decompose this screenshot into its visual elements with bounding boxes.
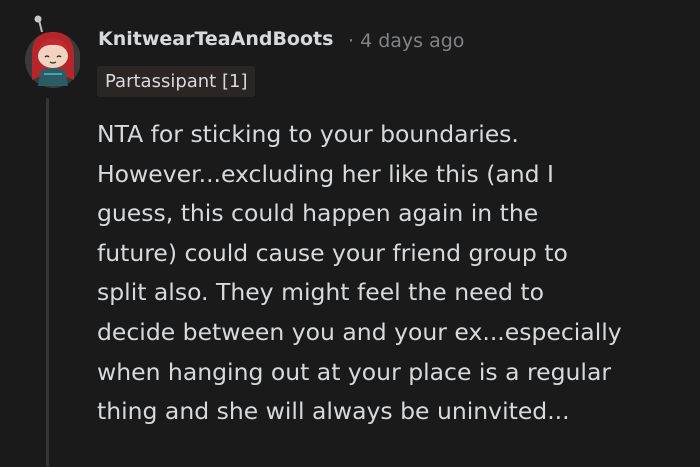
comment-body-line: thing and she will always be uninvited..… xyxy=(97,397,570,426)
meta-separator: · xyxy=(348,30,355,52)
user-flair: Partassipant [1] xyxy=(97,66,256,97)
comment-body: NTA for sticking to your boundaries. How… xyxy=(97,115,692,432)
comment-body-line: split also. They might feel the need to xyxy=(97,278,544,307)
comment-body-line: NTA for sticking to your boundaries. xyxy=(97,120,519,148)
comment-author[interactable]: KnitwearTeaAndBoots xyxy=(98,28,333,50)
comment-body-line: guess, this could happen again in the xyxy=(97,199,539,228)
comment-body-line: decide between you and your ex...especia… xyxy=(97,317,622,346)
user-avatar[interactable] xyxy=(22,14,81,90)
comment-body-line: However...excluding her like this (and I xyxy=(97,159,554,188)
comment-timestamp[interactable]: 4 days ago xyxy=(360,30,464,52)
comment-body-line: future) could cause your friend group to xyxy=(97,238,568,267)
comment-container: KnitwearTeaAndBoots · 4 days ago Partass… xyxy=(0,0,700,467)
comment-body-line: when hanging out at your place is a regu… xyxy=(97,357,612,386)
comment-meta: · 4 days ago xyxy=(348,30,464,52)
snoo-avatar-icon xyxy=(25,15,81,88)
thread-collapse-line[interactable] xyxy=(46,98,49,467)
